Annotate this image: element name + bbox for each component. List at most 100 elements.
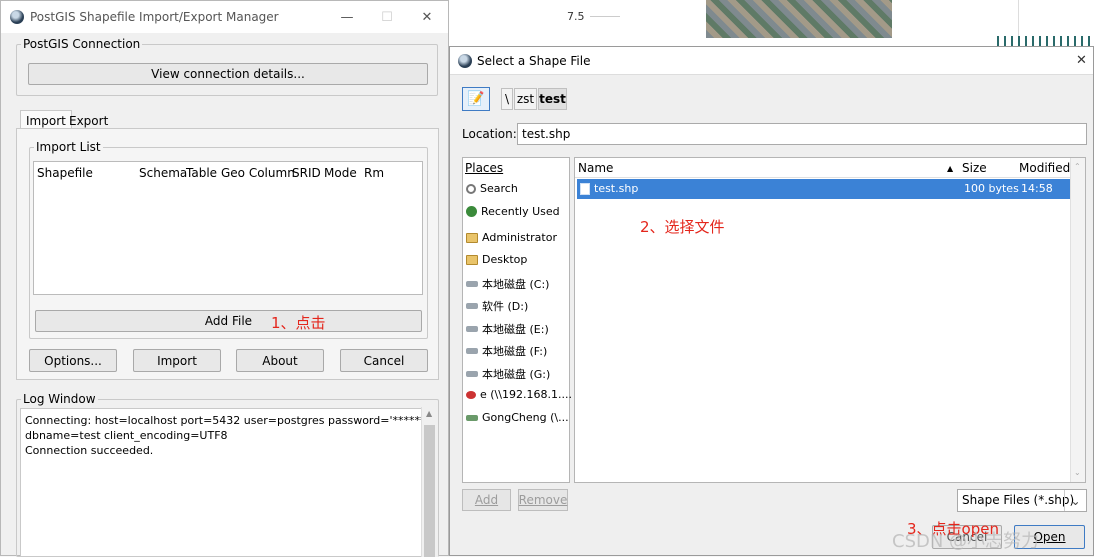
place-label: Administrator: [482, 231, 557, 244]
edit-icon: 📝: [467, 91, 485, 107]
place-label: Search: [480, 182, 518, 195]
place-label: Desktop: [482, 253, 528, 266]
search-icon: [466, 183, 476, 194]
network-drive-icon: [466, 414, 478, 421]
group-label: Log Window: [23, 392, 96, 406]
place-label: 本地磁盘 (F:): [482, 345, 548, 358]
path-root-button[interactable]: \: [501, 88, 513, 110]
drive-icon: [466, 326, 478, 332]
column-header-srid[interactable]: SRID: [292, 166, 321, 180]
column-header-geo-column[interactable]: Geo Column: [221, 166, 295, 180]
place-desktop[interactable]: Desktop: [466, 253, 527, 266]
sort-ascending-icon: ▲: [947, 164, 954, 173]
column-header-mode[interactable]: Mode: [324, 166, 357, 180]
place-drive-d[interactable]: 软件 (D:): [466, 298, 528, 314]
column-header-name[interactable]: Name: [578, 161, 613, 175]
places-header[interactable]: Places: [465, 161, 503, 175]
scroll-down-icon[interactable]: ⌄: [1074, 468, 1081, 477]
place-label: 本地磁盘 (G:): [482, 368, 551, 381]
type-location-button[interactable]: 📝: [462, 87, 490, 111]
file-list-header: Name ▲ Size Modified: [575, 158, 1085, 178]
place-network-e[interactable]: e (\\192.168.1....: [466, 388, 572, 401]
background-gridline: [590, 16, 620, 17]
minimize-button[interactable]: —: [327, 1, 367, 33]
places-sidebar: Places Search Recently Used Administrato…: [462, 157, 572, 483]
place-search[interactable]: Search: [466, 182, 518, 195]
log-line: dbname=test client_encoding=UTF8: [25, 429, 228, 442]
place-label: 软件 (D:): [482, 300, 529, 313]
group-label: Import List: [36, 140, 101, 154]
column-header-shapefile[interactable]: Shapefile: [37, 166, 93, 180]
column-header-rm[interactable]: Rm: [364, 166, 384, 180]
close-button[interactable]: ✕: [407, 1, 447, 33]
postgis-app-icon: [458, 54, 472, 68]
log-line: Connection succeeded.: [25, 444, 154, 457]
about-button[interactable]: About: [236, 349, 324, 372]
location-label: Location:: [462, 127, 517, 141]
place-drive-f[interactable]: 本地磁盘 (F:): [466, 343, 547, 359]
dialog-close-icon[interactable]: ✕: [1076, 53, 1087, 68]
folder-icon: [466, 232, 478, 243]
title-bar: PostGIS Shapefile Import/Export Manager …: [1, 1, 448, 33]
scroll-up-icon[interactable]: ▲: [426, 409, 432, 418]
folder-icon: [466, 254, 478, 265]
place-network-gongcheng[interactable]: GongCheng (\...: [466, 411, 569, 424]
add-place-button[interactable]: Add: [462, 489, 511, 511]
dialog-title-bar: Select a Shape File ✕: [450, 47, 1093, 75]
file-list: Name ▲ Size Modified test.shp 100 bytes …: [574, 157, 1086, 483]
place-label: 本地磁盘 (C:): [482, 278, 550, 291]
path-button-test[interactable]: test: [538, 88, 567, 110]
drive-icon: [466, 371, 478, 377]
column-header-modified[interactable]: Modified: [1019, 161, 1070, 175]
window-title: PostGIS Shapefile Import/Export Manager: [30, 10, 279, 24]
add-file-button[interactable]: Add File: [35, 310, 422, 332]
drive-icon: [466, 281, 478, 287]
place-drive-e[interactable]: 本地磁盘 (E:): [466, 321, 549, 337]
import-button[interactable]: Import: [133, 349, 221, 372]
drive-icon: [466, 303, 478, 309]
place-label: e (\\192.168.1....: [480, 388, 572, 401]
options-button[interactable]: Options...: [29, 349, 117, 372]
network-drive-icon: [466, 390, 476, 399]
postgis-app-icon: [10, 10, 24, 24]
annotation-step-1: 1、点击: [271, 314, 326, 332]
place-drive-g[interactable]: 本地磁盘 (G:): [466, 366, 550, 382]
file-row-selected[interactable]: test.shp 100 bytes 14:58: [577, 179, 1070, 199]
column-header-table[interactable]: Table: [186, 166, 217, 180]
log-scrollbar-thumb[interactable]: [424, 425, 435, 557]
dialog-title: Select a Shape File: [477, 54, 591, 68]
column-header-size[interactable]: Size: [962, 161, 987, 175]
log-text-area[interactable]: Connecting: host=localhost port=5432 use…: [20, 408, 438, 557]
watermark: CSDN @小志努力: [892, 531, 1040, 552]
column-header-schema[interactable]: Schema: [139, 166, 187, 180]
clock-icon: [466, 206, 477, 217]
place-administrator[interactable]: Administrator: [466, 231, 557, 244]
file-size: 100 bytes: [964, 182, 1019, 195]
file-name: test.shp: [594, 182, 639, 195]
file-list-scrollbar[interactable]: ⌃ ⌄: [1070, 158, 1085, 482]
annotation-step-2: 2、选择文件: [640, 218, 725, 236]
file-type-filter-value: Shape Files (*.shp): [962, 493, 1075, 507]
path-button-zst[interactable]: zst: [514, 88, 537, 110]
background-bar: [997, 36, 1094, 46]
file-modified: 14:58: [1021, 182, 1053, 195]
place-drive-c[interactable]: 本地磁盘 (C:): [466, 276, 549, 292]
scroll-up-icon[interactable]: ⌃: [1074, 162, 1081, 171]
minimize-icon: —: [340, 9, 354, 25]
chevron-down-icon[interactable]: ⌄: [1064, 490, 1086, 511]
location-field[interactable]: [517, 123, 1087, 145]
view-connection-details-button[interactable]: View connection details...: [28, 63, 428, 85]
place-recently-used[interactable]: Recently Used: [466, 205, 560, 218]
group-label: PostGIS Connection: [23, 37, 141, 51]
file-icon: [580, 183, 590, 195]
place-label: Recently Used: [481, 205, 560, 218]
remove-place-button[interactable]: Remove: [518, 489, 568, 511]
log-line: Connecting: host=localhost port=5432 use…: [25, 414, 429, 427]
select-shape-file-dialog: Select a Shape File ✕ 📝 \ zst test Locat…: [449, 46, 1094, 556]
background-chart-tick: 7.5: [567, 10, 585, 23]
place-label: 本地磁盘 (E:): [482, 323, 549, 336]
place-label: GongCheng (\...: [482, 411, 569, 424]
cancel-button[interactable]: Cancel: [340, 349, 428, 372]
maximize-button[interactable]: ☐: [367, 1, 407, 33]
import-list-table[interactable]: Shapefile Schema Table Geo Column SRID M…: [33, 161, 423, 295]
